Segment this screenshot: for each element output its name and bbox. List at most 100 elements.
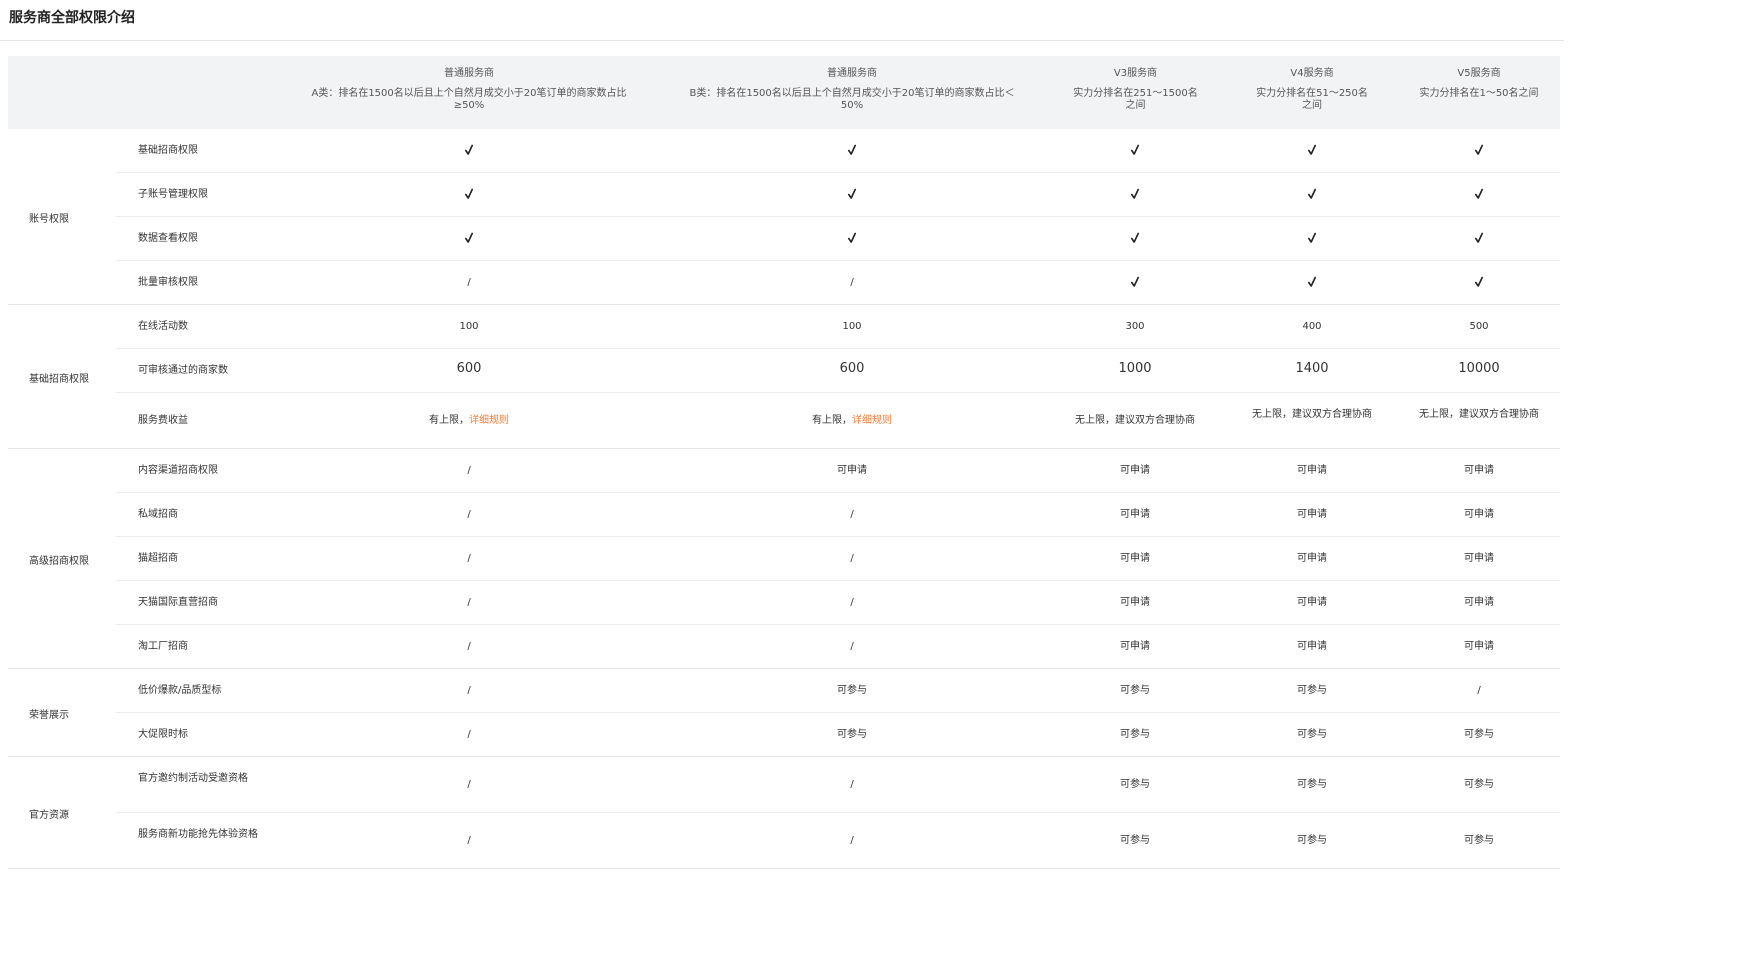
table-cell: 可参与 [1250, 729, 1375, 741]
table-row: 服务商新功能抢先体验资格 / / 可参与 可参与 可参与 [116, 813, 1560, 868]
table-cell: 500 [1417, 321, 1542, 333]
table-cell: / [782, 509, 922, 521]
check-icon [782, 232, 922, 248]
table-cell: 可参与 [1065, 779, 1205, 791]
cell-text: 可申请 [1120, 552, 1150, 564]
row-group: 荣誉展示 低价爆款/品质型标 / 可参与 可参与 可参与 / 大促限时标 / 可参与 可参与 可参与可… [8, 669, 1560, 757]
row-label: 低价爆款/品质型标 [138, 684, 222, 696]
table-cell: 可申请 [1250, 553, 1375, 565]
row-label: 官方邀约制活动受邀资格 [138, 772, 248, 784]
row-group: 账号权限 基础招商权限 子账号管理权限 数据查看权限 批量审核权限 / / [8, 129, 1560, 305]
check-icon [782, 144, 922, 160]
check-icon [399, 188, 539, 204]
table-row: 淘工厂招商 / / 可申请 可申请 可申请 [116, 625, 1560, 668]
table-cell: / [782, 597, 922, 609]
table-header: 普通服务商 A类：排名在1500名以后且上个自然月成交小于20笔订单的商家数占比… [8, 56, 1560, 129]
check-icon [1417, 144, 1542, 160]
cell-text: 可申请 [1297, 552, 1327, 564]
table-cell: 可申请 [1250, 641, 1375, 653]
row-label: 服务商新功能抢先体验资格 [138, 828, 258, 840]
cell-text: 可参与 [837, 684, 867, 696]
table-row: 内容渠道招商权限 / 可申请 可申请 可申请 可申请 [116, 449, 1560, 493]
cell-text: 可参与 [1120, 778, 1150, 790]
table-row: 基础招商权限 [116, 129, 1560, 173]
cell-text: 可申请 [1464, 640, 1494, 652]
cell-text: 600 [456, 360, 482, 376]
table-row: 批量审核权限 / / [116, 261, 1560, 304]
table-row: 在线活动数 100 100 300 400 500 [116, 305, 1560, 349]
check-icon [1250, 276, 1375, 292]
cell-text: 可参与 [1297, 684, 1327, 696]
table-cell: 600 [782, 362, 922, 375]
cell-text: / [467, 834, 471, 846]
check-icon [1417, 276, 1542, 292]
cell-text: 300 [1125, 320, 1145, 332]
cell-text: 100 [459, 320, 479, 332]
cell-text: / [467, 728, 471, 740]
row-label: 天猫国际直营招商 [138, 596, 218, 608]
table-cell: / [782, 779, 922, 791]
row-label: 淘工厂招商 [138, 640, 188, 652]
table-row: 服务费收益 有上限，详细规则 有上限，详细规则 无上限，建议双方合理协商 无上限，建议双… [116, 393, 1560, 448]
check-icon [1065, 276, 1205, 292]
table-cell: / [399, 779, 539, 791]
header-title: 普通服务商 [444, 68, 494, 79]
cell-text: / [467, 552, 471, 564]
cell-text: 可申请 [1120, 596, 1150, 608]
table-cell: 可参与 [1417, 729, 1542, 741]
check-icon [1065, 144, 1205, 160]
cell-text: 无上限，建议双方合理协商 [1419, 408, 1539, 420]
table-cell: 可申请 [1417, 553, 1542, 565]
detail-rules-link[interactable]: 详细规则 [469, 415, 509, 426]
check-icon [399, 232, 539, 248]
header-desc: A类：排名在1500名以后且上个自然月成交小于20笔订单的商家数占比≥50% [311, 88, 627, 111]
table-row: 私域招商 / / 可申请 可申请 可申请 [116, 493, 1560, 537]
table-cell: 可参与 [1417, 779, 1542, 791]
table-cell: 可申请 [1065, 641, 1205, 653]
cell-text: / [467, 596, 471, 608]
cell-text: 可申请 [1464, 596, 1494, 608]
row-group: 高级招商权限 内容渠道招商权限 / 可申请 可申请 可申请 可申请 私域招商 / / 可申请 可申请可… [8, 449, 1560, 669]
check-icon [1250, 144, 1375, 160]
detail-rules-link[interactable]: 详细规则 [852, 415, 892, 426]
table-cell: 1000 [1065, 362, 1205, 375]
cell-text: 500 [1469, 320, 1489, 332]
header-col-b: 普通服务商 B类：排名在1500名以后且上个自然月成交小于20笔订单的商家数占比… [684, 68, 1020, 112]
table-cell: 300 [1065, 321, 1205, 333]
check-icon [1250, 232, 1375, 248]
table-cell: 可参与 [1417, 835, 1542, 847]
cell-text: 可申请 [1297, 508, 1327, 520]
table-cell: 有上限，详细规则 [399, 415, 539, 427]
table-cell: / [399, 509, 539, 521]
cell-text: / [467, 464, 471, 476]
cell-text: 1400 [1295, 360, 1329, 376]
table-cell: 600 [399, 360, 539, 376]
header-col-v3: V3服务商 实力分排名在251～1500名之间 [1069, 68, 1202, 112]
table-cell: 可参与 [1250, 835, 1375, 847]
cell-text: / [1477, 684, 1481, 696]
cell-text: 无上限，建议双方合理协商 [1075, 414, 1195, 426]
table-row: 天猫国际直营招商 / / 可申请 可申请 可申请 [116, 581, 1560, 625]
table-row: 大促限时标 / 可参与 可参与 可参与 可参与 [116, 713, 1560, 756]
group-label: 官方资源 [29, 809, 69, 821]
table-cell: 可申请 [1065, 553, 1205, 565]
cell-text: / [850, 508, 854, 520]
cell-text: / [850, 640, 854, 652]
table-cell: / [1417, 685, 1542, 697]
cell-text: 可申请 [1120, 464, 1150, 476]
table-cell: / [399, 553, 539, 565]
row-label: 私域招商 [138, 508, 178, 520]
row-label: 批量审核权限 [138, 276, 198, 288]
row-group: 基础招商权限 在线活动数 100 100 300 400 500 可审核通过的商家数 600 60… [8, 305, 1560, 449]
cell-text: 可参与 [1297, 778, 1327, 790]
table-cell: 可申请 [1417, 641, 1542, 653]
check-icon [1417, 232, 1542, 248]
table-row: 数据查看权限 [116, 217, 1560, 261]
header-col-a: 普通服务商 A类：排名在1500名以后且上个自然月成交小于20笔订单的商家数占比… [301, 68, 637, 112]
table-cell: 1400 [1250, 360, 1375, 376]
table-row: 低价爆款/品质型标 / 可参与 可参与 可参与 / [116, 669, 1560, 713]
table-cell: 有上限，详细规则 [782, 415, 922, 427]
cell-text: 有上限， [429, 414, 469, 426]
header-title: V5服务商 [1457, 68, 1501, 79]
cell-text: 可参与 [1464, 728, 1494, 740]
